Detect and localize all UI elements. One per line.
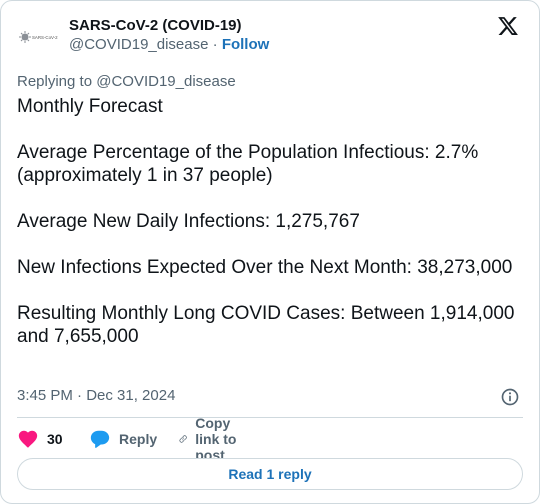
author-names: SARS-CoV-2 (COVID-19) @COVID19_disease ·… [69,16,269,54]
virus-icon: SARS-CoV-2 [19,31,58,43]
tweet-meta: 3:45 PM · Dec 31, 2024 [17,387,523,407]
copy-link-button[interactable]: Copy link to post [179,415,242,463]
read-replies-label: Read 1 reply [228,466,312,482]
reply-label: Reply [119,431,158,447]
copy-link-label: Copy link to post [195,415,237,463]
tweet-paragraph: Resulting Monthly Long COVID Cases: Betw… [17,303,515,347]
x-logo-icon[interactable] [497,15,519,37]
author-handle-row: @COVID19_disease · Follow [69,35,269,54]
follow-link[interactable]: Follow [222,36,270,53]
link-icon [179,435,187,443]
tweet-paragraph: New Infections Expected Over the Next Mo… [17,257,513,278]
separator-dot: · [212,36,218,53]
author-handle[interactable]: @COVID19_disease [69,36,208,53]
tweet-card: SARS-CoV-2 SARS-CoV-2 (COVID-19) @COVID1… [0,0,540,504]
like-button[interactable]: 30 [17,428,63,450]
read-replies-button[interactable]: Read 1 reply [17,458,523,490]
tweet-paragraph: Average New Daily Infections: 1,275,767 [17,211,360,232]
author-display-name[interactable]: SARS-CoV-2 (COVID-19) [69,16,269,35]
reply-button[interactable]: Reply [89,428,157,450]
tweet-header: SARS-CoV-2 SARS-CoV-2 (COVID-19) @COVID1… [17,13,523,59]
speech-bubble-icon [90,430,110,448]
divider [17,417,523,418]
tweet-paragraph: Monthly Forecast [17,96,163,117]
avatar[interactable]: SARS-CoV-2 [17,15,61,59]
timestamp[interactable]: 3:45 PM · Dec 31, 2024 [17,387,175,404]
heart-icon [18,430,38,448]
tweet-paragraph: Average Percentage of the Population Inf… [17,142,479,186]
like-count: 30 [47,431,63,447]
tweet-text: Monthly Forecast Average Percentage of t… [17,95,517,348]
replying-to[interactable]: Replying to @COVID19_disease [17,73,236,90]
info-icon[interactable] [500,387,520,407]
avatar-text: SARS-CoV-2 [32,35,58,40]
